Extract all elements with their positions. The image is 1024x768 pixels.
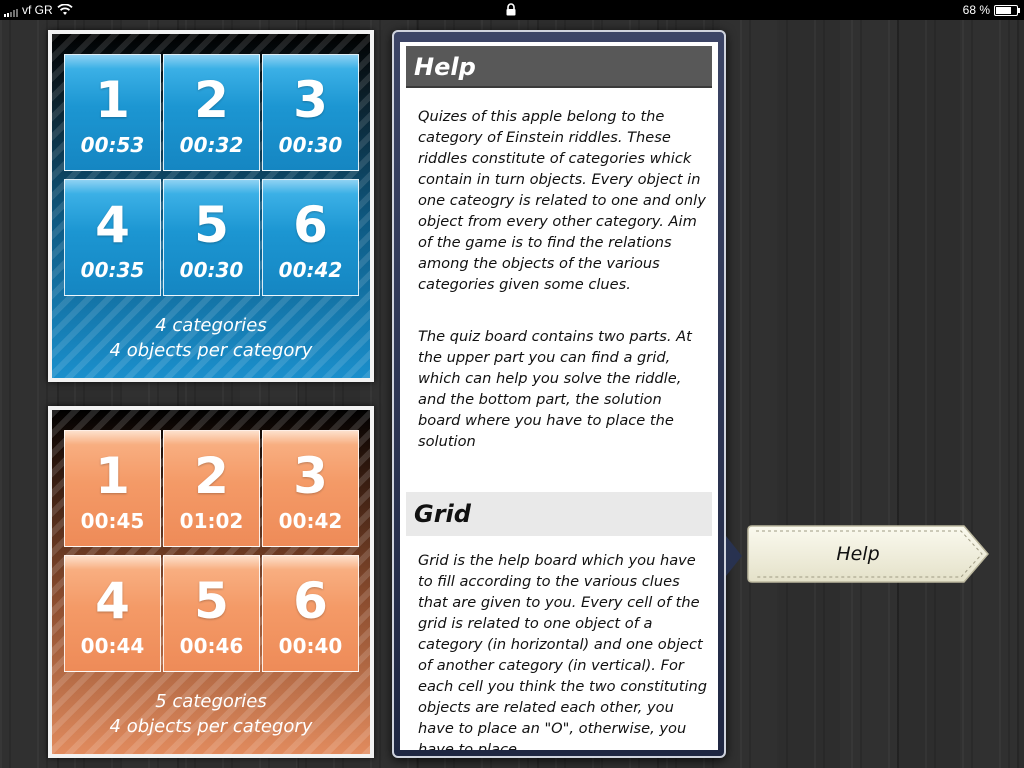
level-tile-3[interactable]: 3 00:42 [262,430,359,547]
battery-percent: 68 % [962,3,990,17]
level-tile-4[interactable]: 4 00:44 [64,555,161,672]
level-best-time: 00:45 [80,509,145,533]
wifi-icon [57,4,73,15]
level-best-time: 00:46 [179,634,244,658]
level-tile-1[interactable]: 1 00:45 [64,430,161,547]
level-number: 3 [293,447,328,505]
level-number: 5 [194,196,229,254]
signal-bars-icon [4,8,18,17]
level-best-time: 01:02 [179,509,244,533]
level-best-time: 00:42 [278,509,343,533]
help-paragraph: Quizes of this apple belong to the categ… [418,108,706,293]
level-tile-6[interactable]: 6 00:40 [262,555,359,672]
help-card: Help Quizes of this apple belong to the … [392,30,726,758]
level-best-time: 00:35 [80,258,145,282]
pointer-arrow-icon [726,536,742,576]
level-best-time: 00:30 [278,133,343,157]
help-section-title: Help [406,46,712,88]
help-paragraph: The quiz board contains two parts. At th… [418,328,692,450]
level-number: 1 [95,71,130,129]
level-number: 2 [194,447,229,505]
level-tile-grid: 1 00:45 2 01:02 3 00:42 4 00:44 5 00:46 6 00:4… [64,430,359,672]
level-best-time: 00:44 [80,634,145,658]
help-button-label: Help [836,543,880,565]
objects-per-category: 4 objects per category [109,716,313,737]
panel-caption: 4 categories 4 objects per category [52,313,370,363]
level-best-time: 00:42 [278,258,343,282]
level-tile-1[interactable]: 1 00:53 [64,54,161,171]
puzzle-panel-5-categories: 1 00:45 2 01:02 3 00:42 4 00:44 5 00:46 6 00:4… [48,406,374,758]
level-number: 4 [95,196,130,254]
level-number: 5 [194,572,229,630]
level-tile-grid: 1 00:53 2 00:32 3 00:30 4 00:35 5 00:30 6 00:4… [64,54,359,296]
level-number: 1 [95,447,130,505]
help-button[interactable]: Help [746,524,990,584]
categories-count: 5 categories [155,691,267,712]
level-tile-2[interactable]: 2 00:32 [163,54,260,171]
level-tile-5[interactable]: 5 00:46 [163,555,260,672]
objects-per-category: 4 objects per category [109,340,313,361]
lock-icon [506,3,516,16]
categories-count: 4 categories [155,315,267,336]
carrier-name: vf GR [22,3,53,17]
level-number: 2 [194,71,229,129]
level-tile-4[interactable]: 4 00:35 [64,179,161,296]
level-tile-3[interactable]: 3 00:30 [262,54,359,171]
level-best-time: 00:32 [179,133,244,157]
level-number: 3 [293,71,328,129]
level-best-time: 00:30 [179,258,244,282]
panel-caption: 5 categories 4 objects per category [52,689,370,739]
grid-paragraph: Grid is the help board which you have to… [418,552,708,750]
level-tile-2[interactable]: 2 01:02 [163,430,260,547]
level-best-time: 00:40 [278,634,343,658]
puzzle-panel-4-categories: 1 00:53 2 00:32 3 00:30 4 00:35 5 00:30 6 00:4… [48,30,374,382]
grid-section-title: Grid [406,492,712,536]
battery-icon [994,4,1020,16]
level-number: 6 [293,196,328,254]
status-bar: vf GR 68 % [0,0,1024,20]
help-scroll-area[interactable]: Help Quizes of this apple belong to the … [400,42,718,750]
level-number: 4 [95,572,130,630]
level-best-time: 00:53 [80,133,145,157]
level-tile-6[interactable]: 6 00:42 [262,179,359,296]
level-number: 6 [293,572,328,630]
level-tile-5[interactable]: 5 00:30 [163,179,260,296]
